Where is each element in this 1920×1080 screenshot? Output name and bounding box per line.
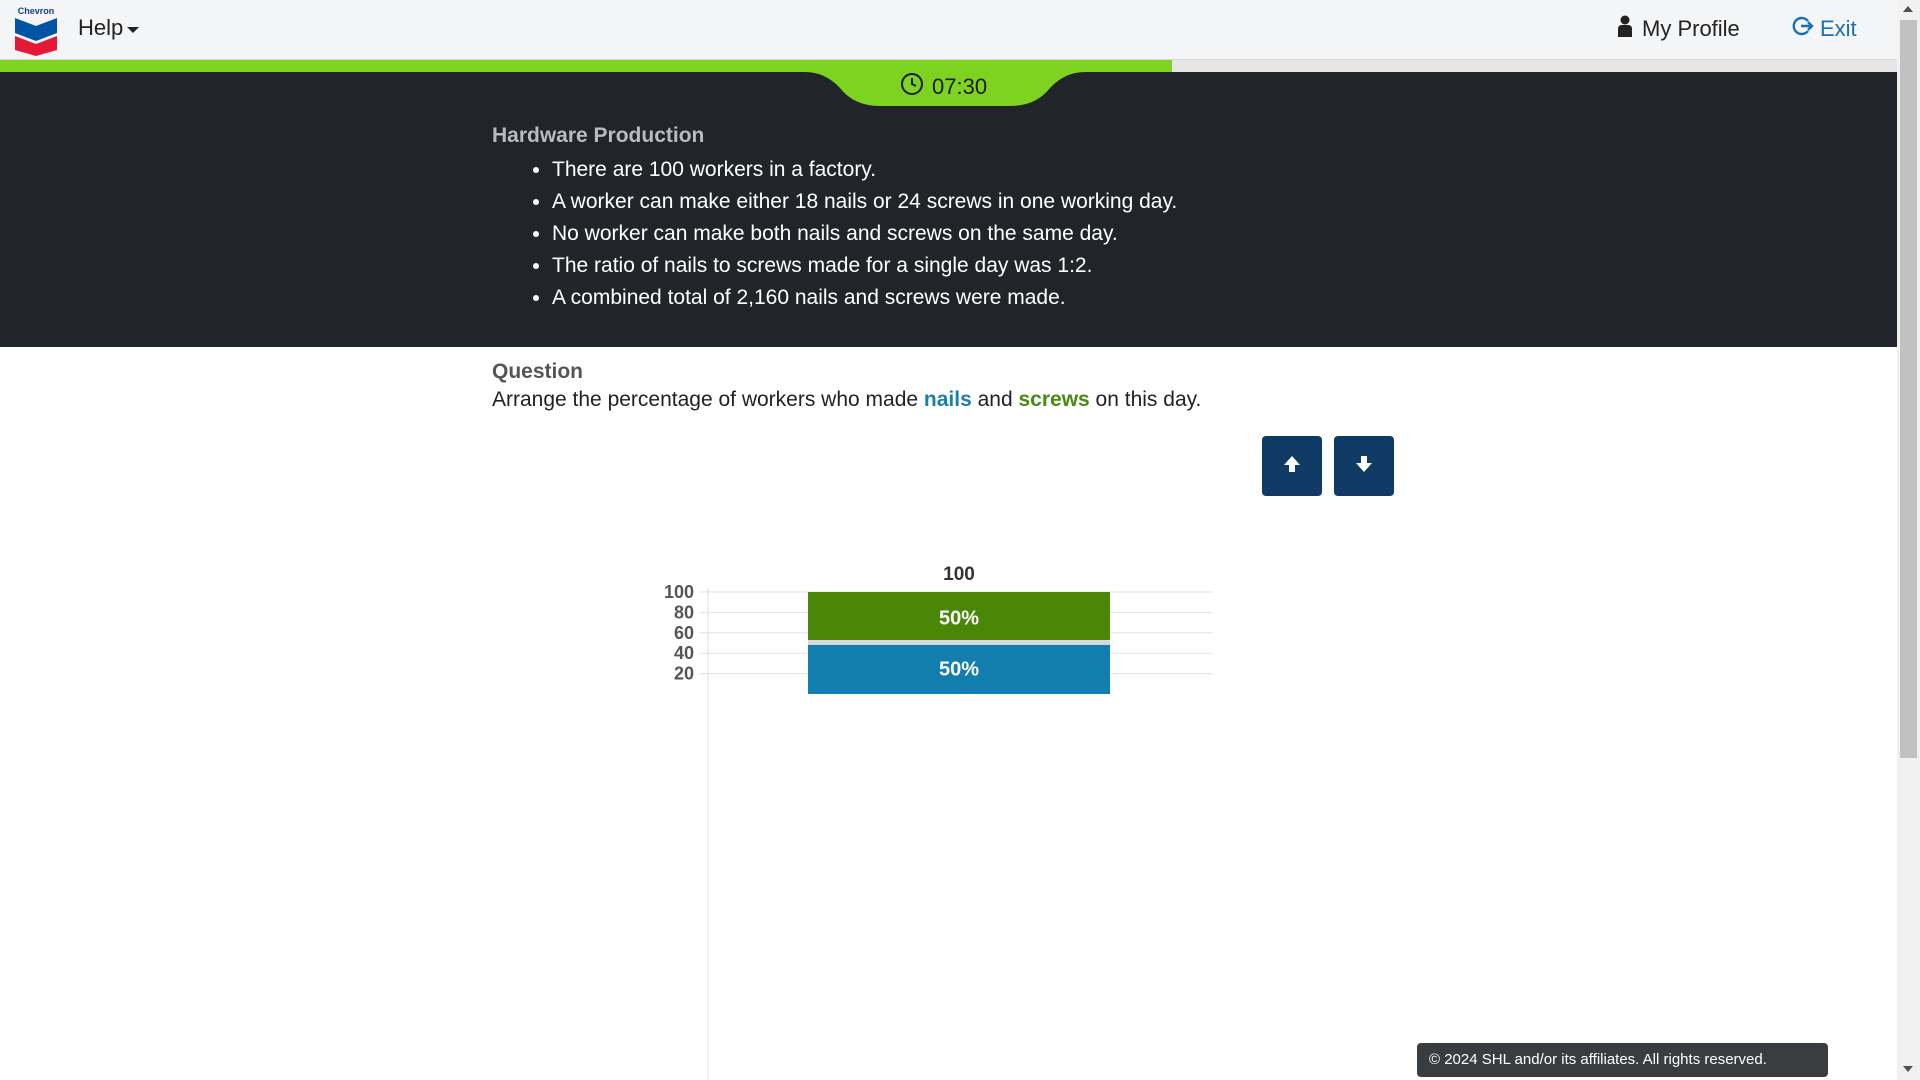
- scrollbar-thumb[interactable]: [1900, 20, 1917, 758]
- move-down-button[interactable]: [1334, 436, 1394, 496]
- total-label: 100: [943, 564, 975, 585]
- segment-separator: [808, 640, 1110, 645]
- stacked-bar-chart: 10080604020 50%50%100: [664, 564, 1212, 1080]
- question-text-after: on this day.: [1089, 388, 1202, 411]
- arrow-up-icon: [1281, 453, 1303, 480]
- fact-item: A worker can make either 18 nails or 24 …: [552, 186, 1177, 218]
- scenario-title: Hardware Production: [492, 124, 705, 147]
- help-label: Help: [78, 15, 124, 40]
- y-tick-label: 80: [674, 602, 694, 622]
- question-text-before: Arrange the percentage of workers who ma…: [492, 388, 924, 411]
- my-profile-link[interactable]: My Profile: [1618, 15, 1740, 43]
- profile-label: My Profile: [1642, 16, 1740, 41]
- fact-item: A combined total of 2,160 nails and scre…: [552, 282, 1177, 314]
- copyright-footer: © 2024 SHL and/or its affiliates. All ri…: [1417, 1043, 1828, 1077]
- fact-item: The ratio of nails to screws made for a …: [552, 250, 1177, 282]
- fact-item: There are 100 workers in a factory.: [552, 154, 1177, 186]
- help-menu[interactable]: Help: [78, 15, 140, 41]
- question-title: Question: [492, 360, 584, 383]
- clock-icon: [900, 72, 924, 102]
- chevron-logo: Chevron: [13, 6, 59, 56]
- scroll-down-arrow-icon[interactable]: [1903, 1066, 1913, 1072]
- timer-text: 07:30: [932, 74, 988, 99]
- question-text-middle: and: [971, 388, 1019, 411]
- question-text: Arrange the percentage of workers who ma…: [492, 388, 1201, 412]
- user-icon: [1618, 15, 1632, 43]
- y-tick-label: 100: [664, 582, 694, 602]
- exit-link[interactable]: Exit: [1792, 15, 1857, 43]
- y-tick-label: 20: [674, 664, 694, 684]
- vertical-scrollbar[interactable]: [1897, 0, 1920, 1080]
- scroll-up-arrow-icon[interactable]: [1903, 6, 1913, 12]
- arrow-down-icon: [1353, 453, 1375, 480]
- fact-item: No worker can make both nails and screws…: [552, 218, 1177, 250]
- y-tick-label: 60: [674, 623, 694, 643]
- top-bar: Chevron Help My Profile Exit: [0, 0, 1897, 60]
- caret-down-icon: [127, 27, 140, 33]
- y-tick-label: 40: [674, 643, 694, 663]
- exit-icon: [1792, 15, 1814, 43]
- move-up-button[interactable]: [1262, 436, 1322, 496]
- scenario-facts: There are 100 workers in a factory. A wo…: [520, 154, 1177, 314]
- nails-keyword: nails: [923, 388, 972, 411]
- exit-label: Exit: [1820, 16, 1857, 41]
- nails-data-label: 50%: [939, 659, 979, 681]
- timer: 07:30: [900, 72, 987, 102]
- screws-data-label: 50%: [939, 608, 979, 630]
- screws-keyword: screws: [1018, 388, 1090, 411]
